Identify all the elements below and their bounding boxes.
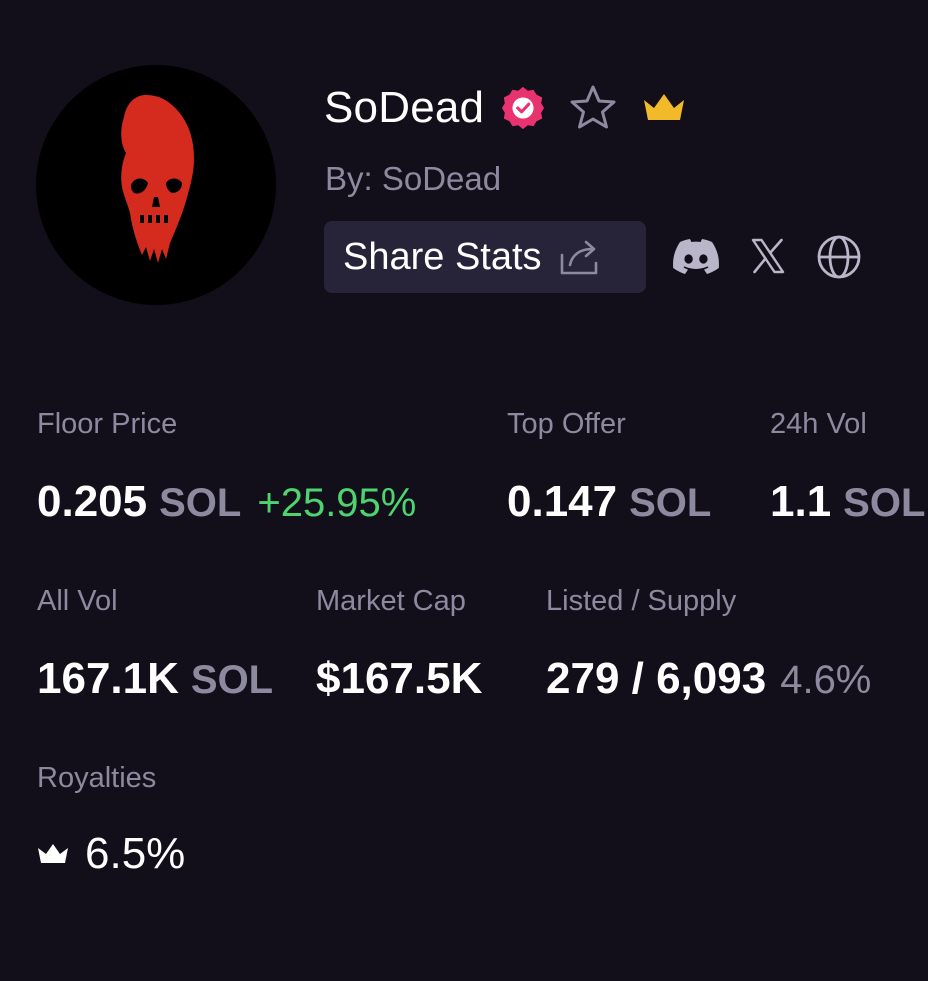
skull-logo-icon bbox=[121, 95, 194, 263]
floor-price-label: Floor Price bbox=[37, 408, 178, 440]
stat-all-vol: All Vol 167.1K SOL bbox=[37, 583, 273, 706]
top-offer-unit: SOL bbox=[629, 481, 712, 525]
floor-price-unit: SOL bbox=[159, 481, 242, 525]
vol-24h-unit: SOL bbox=[843, 481, 926, 525]
all-vol-value-row: 167.1K SOL bbox=[37, 653, 273, 706]
stat-24h-vol: 24h Vol 1.1 SOL bbox=[770, 406, 925, 529]
favorite-star-icon[interactable] bbox=[568, 83, 618, 133]
creator-by-line: By: SoDead bbox=[325, 160, 502, 197]
vol-24h-value-row: 1.1 SOL bbox=[770, 476, 925, 529]
listed-supply-value-row: 279 / 6,093 4.6% bbox=[546, 653, 871, 706]
collection-name: SoDead bbox=[324, 83, 485, 132]
listed-percent: 4.6% bbox=[780, 658, 872, 702]
market-cap-label: Market Cap bbox=[316, 585, 466, 617]
top-offer-value: 0.147 bbox=[507, 477, 618, 526]
all-vol-unit: SOL bbox=[190, 658, 274, 702]
vol-24h-label: 24h Vol bbox=[770, 408, 867, 440]
all-vol-label: All Vol bbox=[37, 585, 118, 617]
stat-listed-supply: Listed / Supply 279 / 6,093 4.6% bbox=[546, 583, 871, 706]
verified-icon bbox=[502, 86, 545, 130]
share-stats-button[interactable]: Share Stats bbox=[324, 221, 646, 293]
globe-icon[interactable] bbox=[816, 234, 862, 280]
royalties-label: Royalties bbox=[37, 762, 157, 794]
floor-price-change: +25.95% bbox=[257, 481, 417, 525]
listed-supply-value: 279 / 6,093 bbox=[546, 654, 767, 703]
royalty-crown-icon bbox=[38, 844, 68, 863]
top-offer-label: Top Offer bbox=[507, 408, 626, 440]
royalties-value: 6.5% bbox=[85, 829, 186, 878]
share-icon bbox=[560, 240, 597, 275]
discord-icon[interactable] bbox=[672, 236, 720, 278]
x-twitter-icon[interactable] bbox=[751, 238, 785, 274]
share-stats-label: Share Stats bbox=[343, 236, 542, 278]
market-cap-value: $167.5K bbox=[316, 654, 483, 703]
crown-icon bbox=[644, 94, 685, 120]
market-cap-value-row: $167.5K bbox=[316, 653, 482, 705]
all-vol-value: 167.1K bbox=[37, 654, 179, 703]
collection-avatar bbox=[36, 65, 276, 305]
stat-market-cap: Market Cap $167.5K bbox=[316, 583, 482, 705]
stat-top-offer: Top Offer 0.147 SOL bbox=[507, 406, 711, 529]
stat-royalties: Royalties 6.5% bbox=[37, 760, 185, 880]
collection-title-row: SoDead bbox=[324, 80, 686, 136]
vol-24h-value: 1.1 bbox=[770, 477, 832, 526]
listed-supply-label: Listed / Supply bbox=[546, 585, 737, 617]
top-offer-value-row: 0.147 SOL bbox=[507, 476, 711, 529]
royalties-value-row: 6.5% bbox=[37, 828, 185, 880]
stat-floor-price: Floor Price 0.205 SOL +25.95% bbox=[37, 406, 416, 529]
floor-price-value: 0.205 bbox=[37, 477, 148, 526]
floor-price-value-row: 0.205 SOL +25.95% bbox=[37, 476, 416, 529]
